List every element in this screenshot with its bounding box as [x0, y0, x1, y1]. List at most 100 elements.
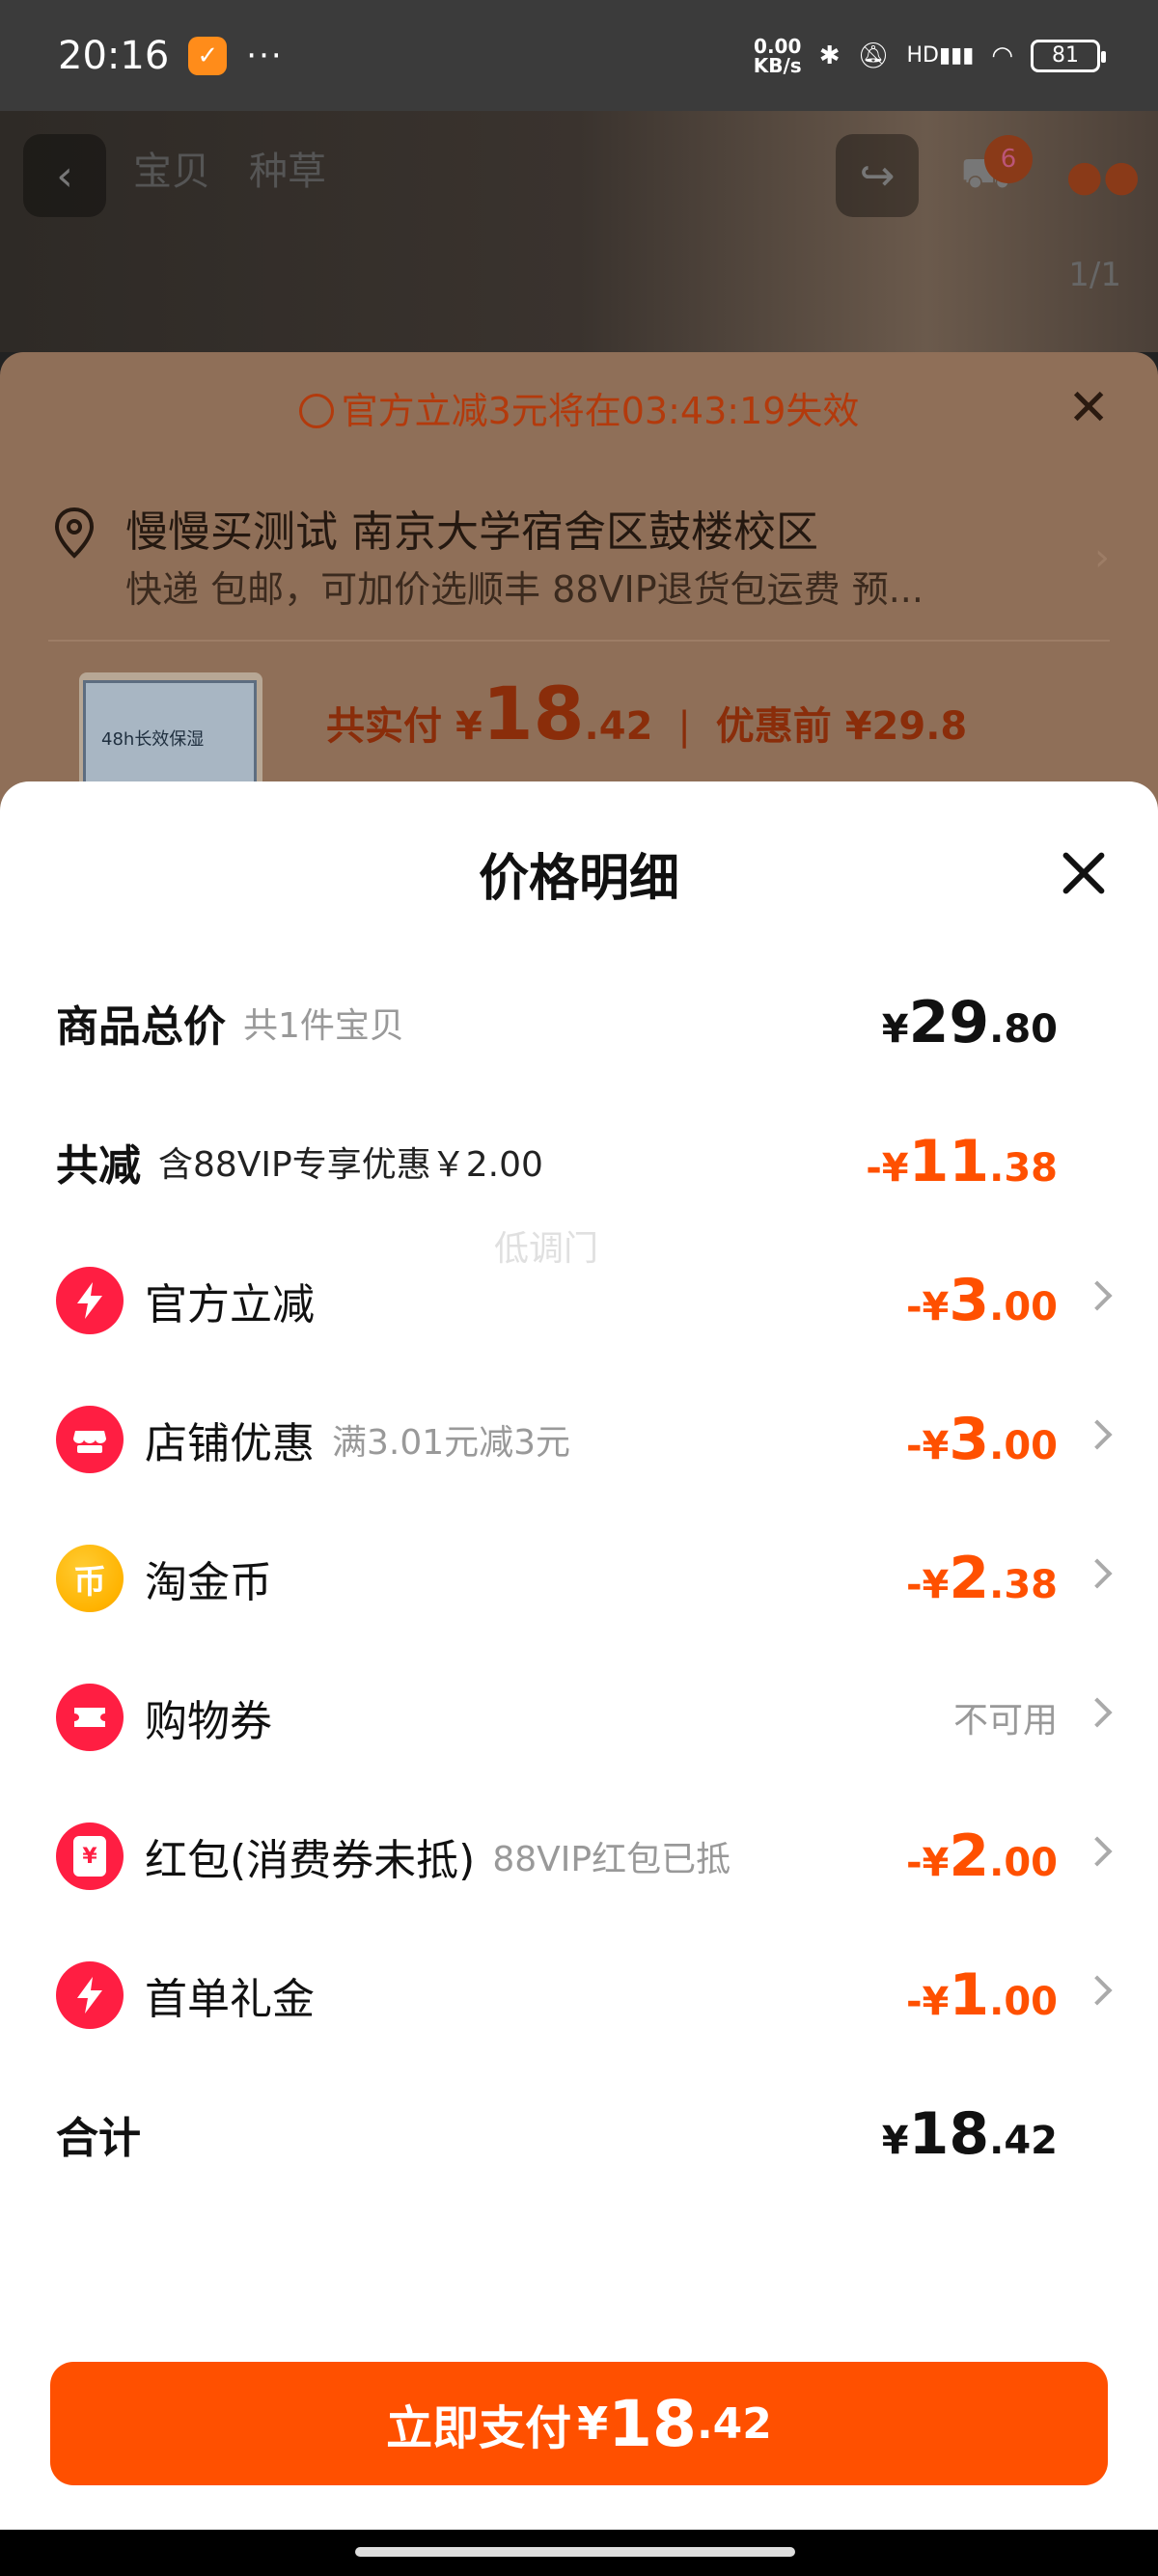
more-notifications-icon: ··· [246, 36, 284, 75]
currency: ¥ [577, 2398, 609, 2450]
currency: ¥ [881, 1007, 909, 1052]
app-notification-icon: ✓ [188, 36, 228, 75]
pay-now-button[interactable]: 立即支付 ¥18.42 [50, 2362, 1108, 2485]
grand-total-row: 合计 ¥18.42 [56, 2086, 1108, 2182]
amount-decimal: .80 [989, 1007, 1058, 1052]
official-discount-amount: -¥3.00 [906, 1267, 1058, 1334]
share-button[interactable]: ↪ [836, 134, 919, 217]
mute-icon: 🔕︎ [857, 41, 890, 70]
amount-decimal: .38 [989, 1146, 1058, 1191]
tab-zhongcao[interactable]: 种草 [249, 140, 326, 196]
taojinbi-row[interactable]: 币 淘金币 -¥2.38 [56, 1530, 1113, 1627]
amount-decimal: .42 [989, 2119, 1058, 2163]
more-icon[interactable]: ●● [1062, 134, 1144, 217]
amount-integer: 2 [949, 1822, 990, 1890]
close-icon[interactable]: ✕ [1067, 379, 1110, 437]
vip-discount-note: 含88VIP专享优惠￥2.00 [158, 1145, 543, 1185]
total-discount-label: 共减 [56, 1141, 141, 1191]
product-text: 48h长效保湿 [101, 729, 205, 750]
battery-level: 81 [1052, 43, 1079, 68]
network-speed-value: 0.00 [754, 34, 802, 58]
coin-icon: 币 [56, 1545, 124, 1612]
pay-decimal: .42 [584, 704, 653, 749]
order-total: 共实付 ¥18.42 | 优惠前 ¥29.8 [326, 671, 967, 756]
currency: -¥ [905, 1563, 950, 1607]
taojinbi-amount: -¥2.38 [906, 1545, 1058, 1612]
watermark: 低调门 [494, 1229, 599, 1269]
price-detail-sheet: 价格明细 商品总价 共1件宝贝 ¥29.80 共减 含88VIP专享优惠￥2.0… [0, 781, 1158, 2576]
amount-integer: 18 [908, 2100, 990, 2168]
currency: -¥ [905, 1980, 950, 2024]
chevron-right-icon [1082, 1280, 1113, 1311]
cart-count-badge: 6 [984, 135, 1033, 183]
grand-total-amount: ¥18.42 [882, 2100, 1058, 2168]
currency: -¥ [905, 1285, 950, 1329]
amount-integer: 18 [608, 2386, 697, 2461]
before-discount-amount: ¥29.8 [844, 704, 968, 749]
amount-decimal: .38 [989, 1563, 1058, 1607]
lightning-icon [56, 1267, 124, 1334]
order-sheet-background: 官方立减3元将在03:43:19失效 ✕ 慢慢买测试 南京大学宿舍区鼓楼校区 快… [0, 352, 1158, 846]
red-packet-label: 红包(消费券未抵) [145, 1836, 476, 1885]
voucher-unavailable: 不可用 [952, 1701, 1058, 1740]
amount-decimal: .42 [696, 2398, 772, 2449]
clock-icon [298, 394, 334, 428]
store-discount-label: 店铺优惠 [145, 1419, 315, 1468]
currency: ¥ [881, 2119, 909, 2163]
product-page-background: ‹ 宝贝 种草 ↪ ⛟ 6 ●● 1/1 [0, 111, 1158, 352]
ticket-glyph [74, 1708, 105, 1727]
network-speed: 0.00 KB/s [754, 37, 802, 75]
amount-integer: 2 [949, 1545, 990, 1612]
back-button[interactable]: ‹ [23, 134, 106, 217]
amount-integer: 29 [908, 989, 990, 1056]
amount-decimal: .00 [989, 1980, 1058, 2024]
total-discount-row: 共减 含88VIP专享优惠￥2.00 -¥11.38 [56, 1113, 1108, 1210]
chevron-right-icon [1082, 1419, 1113, 1450]
address-name: 慢慢买测试 南京大学宿舍区鼓楼校区 [125, 507, 818, 557]
taojinbi-label: 淘金币 [145, 1558, 272, 1607]
first-order-gift-amount: -¥1.00 [906, 1961, 1058, 2029]
total-discount-amount: -¥11.38 [866, 1128, 1058, 1195]
tab-baobei[interactable]: 宝贝 [133, 140, 210, 196]
close-button[interactable] [1060, 849, 1108, 897]
chevron-right-icon [1082, 1558, 1113, 1589]
amount-integer: 3 [949, 1406, 990, 1473]
store-glyph [73, 1431, 106, 1453]
lightning-icon [56, 1961, 124, 2029]
battery-icon: 81 [1031, 39, 1106, 72]
pay-now-label: 立即支付 [386, 2401, 572, 2455]
amount-decimal: .00 [989, 1285, 1058, 1329]
home-indicator[interactable] [355, 2547, 795, 2557]
ticket-icon [56, 1684, 124, 1751]
sheet-title: 价格明细 [478, 850, 679, 908]
item-count: 共1件宝贝 [243, 1006, 404, 1046]
store-icon [56, 1406, 124, 1473]
navigation-bar [0, 2530, 1158, 2576]
lightning-glyph [77, 1282, 102, 1319]
image-index: 1/1 [1068, 256, 1121, 294]
pay-currency: ¥ [455, 704, 482, 749]
store-discount-row[interactable]: 店铺优惠 满3.01元减3元 -¥3.00 [56, 1391, 1113, 1488]
pay-integer: 18 [482, 671, 585, 756]
subtotal-label: 商品总价 [56, 1002, 226, 1052]
red-packet-glyph: ¥ [73, 1836, 106, 1877]
shopping-voucher-label: 购物券 [145, 1697, 272, 1746]
currency: -¥ [905, 1841, 950, 1885]
first-order-gift-row[interactable]: 首单礼金 -¥1.00 [56, 1947, 1113, 2043]
red-packet-amount: -¥2.00 [906, 1822, 1058, 1890]
red-packet-row[interactable]: ¥ 红包(消费券未抵) 88VIP红包已抵 -¥2.00 [56, 1808, 1113, 1905]
amount-integer: 3 [949, 1267, 990, 1334]
shopping-voucher-row[interactable]: 购物券 不可用 [56, 1669, 1113, 1766]
status-bar: 20:16 ✓ ··· 0.00 KB/s ✱ 🔕︎ HD▮▮▮ ◠ 81 [0, 0, 1158, 111]
amount-decimal: .00 [989, 1841, 1058, 1885]
store-discount-amount: -¥3.00 [906, 1406, 1058, 1473]
address-row[interactable]: 慢慢买测试 南京大学宿舍区鼓楼校区 快递 包邮，可加价选顺丰 88VIP退货包运… [48, 497, 1110, 642]
official-discount-label: 官方立减 [145, 1280, 315, 1329]
chevron-right-icon [1082, 1697, 1113, 1728]
discount-timer-text: 官方立减3元将在03:43:19失效 [341, 390, 860, 432]
subtotal-amount: ¥29.80 [882, 989, 1058, 1056]
first-order-gift-label: 首单礼金 [145, 1975, 315, 2024]
before-discount-label: 优惠前 [715, 704, 832, 749]
currency: -¥ [866, 1146, 909, 1191]
shipping-info: 快递 包邮，可加价选顺丰 88VIP退货包运费 预... [125, 568, 924, 611]
